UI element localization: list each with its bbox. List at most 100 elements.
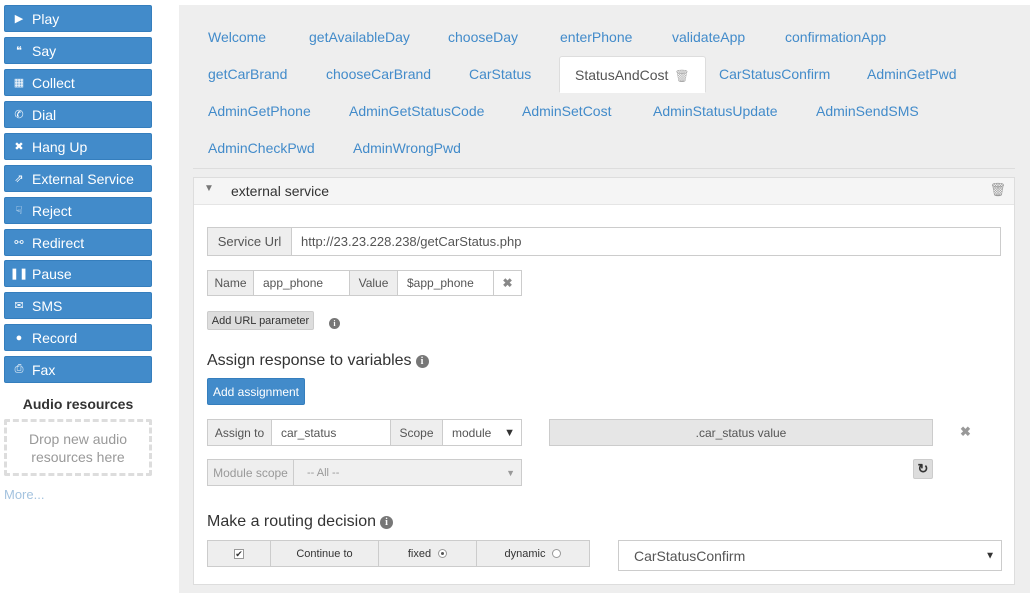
- redirect-verb-button[interactable]: ⚯ Redirect: [4, 229, 152, 256]
- fixed-radio[interactable]: [438, 549, 448, 558]
- add-url-parameter-button[interactable]: Add URL parameter: [207, 311, 314, 330]
- tab-label: AdminWrongPwd: [353, 140, 461, 156]
- envelope-icon: ✉: [14, 300, 24, 312]
- scope-select-value: module: [452, 425, 492, 440]
- verb-label: Record: [32, 329, 78, 346]
- scope-label: Scope: [390, 419, 443, 446]
- tab-label: AdminGetPhone: [208, 103, 311, 119]
- tab-admincheckpwd[interactable]: AdminCheckPwd: [193, 130, 330, 167]
- audio-resources-title: Audio resources: [22, 396, 134, 412]
- tab-confirmationapp[interactable]: confirmationApp: [770, 19, 901, 56]
- add-assignment-button[interactable]: Add assignment: [207, 378, 305, 405]
- assign-to-input[interactable]: car_status: [271, 419, 391, 446]
- param-name-input[interactable]: app_phone: [253, 270, 350, 296]
- verb-label: Pause: [32, 265, 72, 282]
- module-scope-select[interactable]: -- All -- ▼: [293, 459, 522, 486]
- tab-adminstatusupdate[interactable]: AdminStatusUpdate: [638, 93, 793, 130]
- assign-section-title: Assign response to variables i: [207, 352, 429, 370]
- tab-getcarbrand[interactable]: getCarBrand: [193, 56, 302, 93]
- tab-label: validateApp: [672, 29, 746, 45]
- tab-adminwrongpwd[interactable]: AdminWrongPwd: [338, 130, 476, 167]
- tab-admingetphone[interactable]: AdminGetPhone: [193, 93, 326, 130]
- verb-label: External Service: [32, 170, 134, 187]
- routing-info-icon: i: [379, 516, 393, 529]
- routing-section-title-text: Make a routing decision: [207, 513, 376, 530]
- routing-enabled-checkbox[interactable]: ✔: [234, 548, 244, 559]
- dynamic-option[interactable]: dynamic: [476, 540, 590, 567]
- routing-checkbox-cell: ✔: [207, 540, 271, 567]
- assign-to-label: Assign to: [207, 419, 272, 446]
- verb-label: Dial: [32, 106, 57, 123]
- chevron-down-icon: ▼: [506, 467, 515, 478]
- refresh-icon[interactable]: ↻: [913, 459, 933, 479]
- continue-to-label: Continue to: [270, 540, 379, 567]
- tab-label: AdminSendSMS: [816, 103, 919, 119]
- assignment-expression[interactable]: .car_status value: [549, 419, 933, 446]
- link-icon: ⚯: [14, 237, 24, 249]
- routing-target-select[interactable]: CarStatusConfirm ▼: [618, 540, 1002, 571]
- dynamic-radio[interactable]: [552, 549, 562, 558]
- tab-validateapp[interactable]: validateApp: [657, 19, 760, 56]
- module-header: ▼ external service 🗑: [194, 178, 1014, 205]
- scope-select[interactable]: module ▼: [442, 419, 522, 446]
- tab-label: chooseDay: [448, 29, 519, 45]
- tab-admingetpwd[interactable]: AdminGetPwd: [852, 56, 971, 93]
- reject-verb-button[interactable]: ☟ Reject: [4, 197, 152, 224]
- collect-verb-button[interactable]: ▦ Collect: [4, 69, 152, 96]
- sms-verb-button[interactable]: ✉ SMS: [4, 292, 152, 319]
- fixed-option[interactable]: fixed: [378, 540, 477, 567]
- print-icon: ⎙: [14, 363, 24, 375]
- module-title: external service: [231, 183, 330, 199]
- delete-module-icon[interactable]: 🗑: [989, 182, 1006, 198]
- assign-info-icon: i: [415, 355, 429, 368]
- fixed-label: fixed: [407, 547, 432, 560]
- param-info-icon: i: [325, 314, 340, 332]
- delete-tab-icon[interactable]: 🗑: [674, 69, 689, 83]
- tab-label: enterPhone: [560, 29, 633, 45]
- service-url-input[interactable]: http://23.23.228.238/getCarStatus.php: [291, 227, 1001, 256]
- tab-admingetstatuscode[interactable]: AdminGetStatusCode: [334, 93, 499, 130]
- tab-statusandcost[interactable]: StatusAndCost 🗑: [559, 56, 706, 93]
- param-value-input[interactable]: $app_phone: [397, 270, 494, 296]
- module-tabs: Welcome getAvailableDay chooseDay enterPhon…: [193, 19, 1015, 169]
- tab-carstatus[interactable]: CarStatus: [454, 56, 546, 93]
- microphone-icon: ●: [15, 331, 23, 344]
- verb-label: Play: [32, 10, 60, 27]
- tab-label: AdminGetPwd: [867, 66, 957, 82]
- tab-welcome[interactable]: Welcome: [193, 19, 281, 56]
- play-icon: ▶: [14, 13, 24, 25]
- more-link[interactable]: More...: [4, 487, 44, 502]
- hang-up-verb-button[interactable]: ✖ Hang Up: [4, 133, 152, 160]
- dial-verb-button[interactable]: ✆ Dial: [4, 101, 152, 128]
- tab-chooseday[interactable]: chooseDay: [433, 19, 533, 56]
- remove-param-button[interactable]: ✖: [493, 270, 522, 296]
- tab-getavailableday[interactable]: getAvailableDay: [294, 19, 425, 56]
- tab-label: AdminStatusUpdate: [653, 103, 778, 119]
- remove-assignment-icon[interactable]: ✖: [960, 424, 971, 440]
- tab-carstatusconfirm[interactable]: CarStatusConfirm: [704, 56, 845, 93]
- record-verb-button[interactable]: ● Record: [4, 324, 152, 351]
- say-verb-button[interactable]: ❝ Say: [4, 37, 152, 64]
- grid-icon: ▦: [13, 77, 25, 89]
- verb-label: Reject: [32, 202, 72, 219]
- fax-verb-button[interactable]: ⎙ Fax: [4, 356, 152, 383]
- pause-verb-button[interactable]: ❚❚ Pause: [4, 260, 152, 287]
- tab-label: CarStatusConfirm: [719, 66, 831, 82]
- collapse-caret-icon[interactable]: ▼: [204, 183, 214, 194]
- play-verb-button[interactable]: ▶ Play: [4, 5, 152, 32]
- tab-adminsendsms[interactable]: AdminSendSMS: [801, 93, 934, 130]
- phone-icon: ✆: [14, 109, 24, 121]
- module-scope-label: Module scope: [207, 459, 294, 486]
- audio-dropzone[interactable]: Drop new audio resources here: [4, 419, 152, 476]
- tab-choosecarbrand[interactable]: chooseCarBrand: [311, 56, 446, 93]
- verb-label: Say: [32, 42, 57, 59]
- external-service-verb-button[interactable]: ⇗ External Service: [4, 165, 152, 192]
- routing-section-title: Make a routing decision i: [207, 513, 393, 531]
- tab-label: getAvailableDay: [309, 29, 410, 45]
- tab-adminsetcost[interactable]: AdminSetCost: [507, 93, 626, 130]
- tab-enterphone[interactable]: enterPhone: [545, 19, 647, 56]
- service-url-label: Service Url: [207, 227, 292, 256]
- verb-label: SMS: [32, 297, 63, 314]
- verb-sidebar: Audio resources Drop new audio resources…: [0, 0, 160, 593]
- editor-panel: Welcome getAvailableDay chooseDay enterPhon…: [179, 5, 1030, 593]
